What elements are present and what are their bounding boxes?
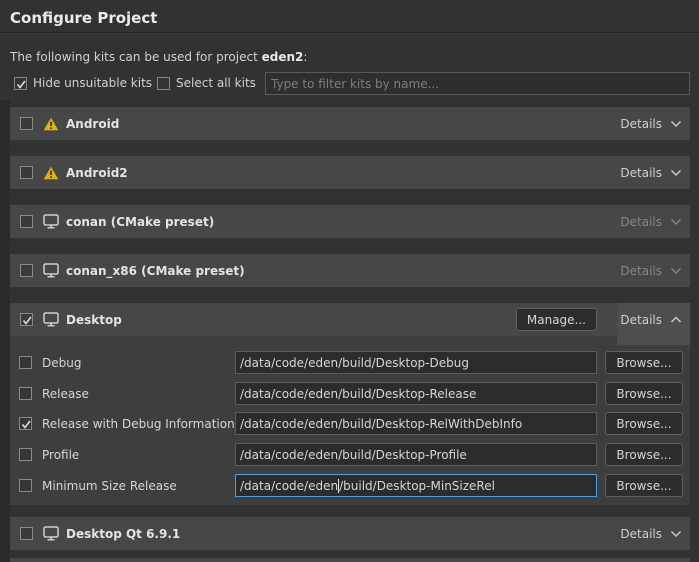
chevron-down-icon [670,267,682,275]
checkbox-box[interactable] [19,479,32,492]
details-label: Details [620,527,662,541]
build-config-label: Debug [42,356,81,370]
browse-button[interactable]: Browse... [605,474,683,497]
kit-checkbox[interactable] [20,527,33,540]
desktop-icon [42,263,59,278]
kit-checkbox[interactable] [20,166,33,179]
manage-button[interactable]: Manage... [516,308,597,331]
chevron-down-icon [670,169,682,177]
kit-name: Android [66,117,119,131]
details-label: Details [620,166,662,180]
desktop-icon [42,214,59,229]
build-config-row-debug: Debug Browse... [10,351,690,374]
details-tab-expanded: Details [617,303,690,345]
chevron-down-icon [670,530,682,538]
build-dir-input-debug[interactable] [235,351,597,374]
kits-intro-text: The following kits can be used for proje… [10,50,307,64]
build-config-row-release: Release Browse... [10,382,690,405]
kit-row-android: Android Details [10,107,690,140]
chevron-down-icon [670,218,682,226]
browse-button[interactable]: Browse... [605,412,683,435]
kit-name: Desktop Qt 6.9.1 [66,527,180,541]
kit-checkbox[interactable] [20,313,33,326]
input-text-before-caret: /data/code/eden [240,479,338,493]
build-config-checkbox-profile[interactable]: Profile [19,443,79,466]
checkbox-box[interactable] [19,387,32,400]
checkbox-label: Select all kits [176,76,256,90]
kit-row-desktop: Desktop Manage... Details [10,303,690,336]
kit-checkbox[interactable] [20,264,33,277]
kit-row-conan-x86: conan_x86 (CMake preset) Details [10,254,690,287]
page-title: Configure Project [10,9,157,27]
build-config-label: Release with Debug Information [42,417,235,431]
warning-icon [42,166,59,180]
build-config-checkbox-relwithdebinfo[interactable]: Release with Debug Information [19,412,235,435]
details-button[interactable]: Details [620,205,682,238]
browse-button[interactable]: Browse... [605,443,683,466]
checkbox-box[interactable] [19,448,32,461]
build-dir-input-relwithdebinfo[interactable] [235,412,597,435]
kit-row-android2: Android2 Details [10,156,690,189]
chevron-up-icon [670,316,682,324]
desktop-details-panel: Debug Browse... Release Browse... Releas… [10,336,690,505]
build-config-label: Release [42,387,89,401]
details-label: Details [620,117,662,131]
build-config-row-relwithdebinfo: Release with Debug Information Browse... [10,412,690,435]
browse-button[interactable]: Browse... [605,382,683,405]
checkbox-box[interactable] [157,77,170,90]
checkbox-box[interactable] [14,77,27,90]
check-icon [21,314,34,327]
desktop-icon [42,312,59,327]
build-dir-input-release[interactable] [235,382,597,405]
details-button[interactable]: Details [620,156,682,189]
left-margin-strip [0,100,10,562]
details-button[interactable]: Details [620,107,682,140]
build-config-label: Minimum Size Release [42,479,177,493]
checkbox-label: Hide unsuitable kits [33,76,152,90]
filter-input[interactable] [265,72,690,95]
build-config-row-minsizerel: Minimum Size Release /data/code/eden/bui… [10,474,690,497]
header-separator-highlight [0,33,699,34]
build-config-checkbox-debug[interactable]: Debug [19,351,81,374]
browse-button[interactable]: Browse... [605,351,683,374]
kit-name: Android2 [66,166,128,180]
build-config-row-profile: Profile Browse... [10,443,690,466]
kit-name: conan (CMake preset) [66,215,214,229]
details-button[interactable]: Details [620,303,682,336]
details-button[interactable]: Details [620,517,682,550]
build-config-label: Profile [42,448,79,462]
build-config-checkbox-release[interactable]: Release [19,382,89,405]
warning-icon [42,117,59,131]
build-dir-input-minsizerel[interactable]: /data/code/eden/build/Desktop-MinSizeRel [235,474,597,497]
details-label: Details [620,215,662,229]
chevron-down-icon [670,120,682,128]
check-icon [15,78,28,91]
intro-text-before: The following kits can be used for proje… [10,50,262,64]
build-dir-input-profile[interactable] [235,443,597,466]
checkbox-box[interactable] [19,417,32,430]
desktop-icon [42,526,59,541]
kit-name: Desktop [66,313,122,327]
intro-text-after: : [303,50,307,64]
details-label: Details [620,264,662,278]
kit-checkbox[interactable] [20,117,33,130]
kit-row-desktop-qt: Desktop Qt 6.9.1 Details [10,517,690,550]
build-config-checkbox-minsizerel[interactable]: Minimum Size Release [19,474,177,497]
kit-checkbox[interactable] [20,215,33,228]
kit-name: conan_x86 (CMake preset) [66,264,245,278]
check-icon [20,418,33,431]
details-button[interactable]: Details [620,254,682,287]
kit-row-conan: conan (CMake preset) Details [10,205,690,238]
checkbox-box[interactable] [19,356,32,369]
details-label: Details [620,313,662,327]
hide-unsuitable-kits-checkbox[interactable]: Hide unsuitable kits [14,76,152,90]
select-all-kits-checkbox[interactable]: Select all kits [157,76,256,90]
input-text-after-caret: /build/Desktop-MinSizeRel [339,479,495,493]
configure-project-page: Configure Project The following kits can… [0,0,699,562]
next-kit-row-partial [10,558,690,562]
project-name: eden2 [262,50,304,64]
